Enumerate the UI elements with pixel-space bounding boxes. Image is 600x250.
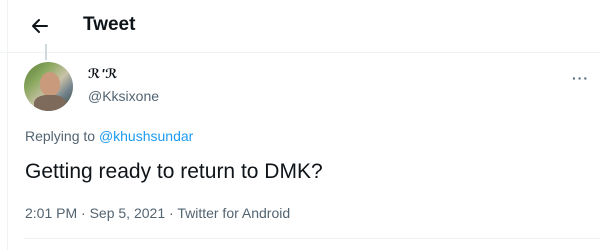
more-options-button[interactable]: ···	[572, 70, 589, 86]
tweet-date[interactable]: Sep 5, 2021	[90, 205, 166, 221]
page-title: Tweet	[83, 14, 136, 35]
author-handle[interactable]: @Kksixone	[88, 88, 159, 104]
tweet-page: Tweet ℛ'ℛ @Kksixone ··· Replying to @khu…	[0, 0, 600, 250]
back-button[interactable]	[26, 12, 54, 40]
avatar-shirt	[34, 95, 66, 111]
bottom-divider	[24, 238, 600, 239]
avatar[interactable]	[24, 62, 73, 111]
tweet-time[interactable]: 2:01 PM	[25, 205, 77, 221]
replying-to-link[interactable]: @khushsundar	[99, 128, 193, 144]
tweet-text: Getting ready to return to DMK?	[25, 160, 323, 183]
tweet-meta: 2:01 PM · Sep 5, 2021 · Twitter for Andr…	[25, 205, 290, 221]
more-horizontal-icon: ···	[572, 70, 589, 86]
avatar-face	[40, 72, 60, 96]
author-display-name[interactable]: ℛ'ℛ	[88, 66, 119, 82]
replying-to-prefix: Replying to	[25, 128, 99, 144]
meta-separator-1: ·	[77, 205, 90, 221]
tweet-source[interactable]: Twitter for Android	[177, 205, 290, 221]
thread-connector-line	[45, 44, 47, 60]
meta-separator-2: ·	[165, 205, 178, 221]
replying-to-line: Replying to @khushsundar	[25, 128, 193, 144]
header-bar: Tweet	[0, 0, 600, 53]
arrow-left-icon	[32, 19, 48, 33]
